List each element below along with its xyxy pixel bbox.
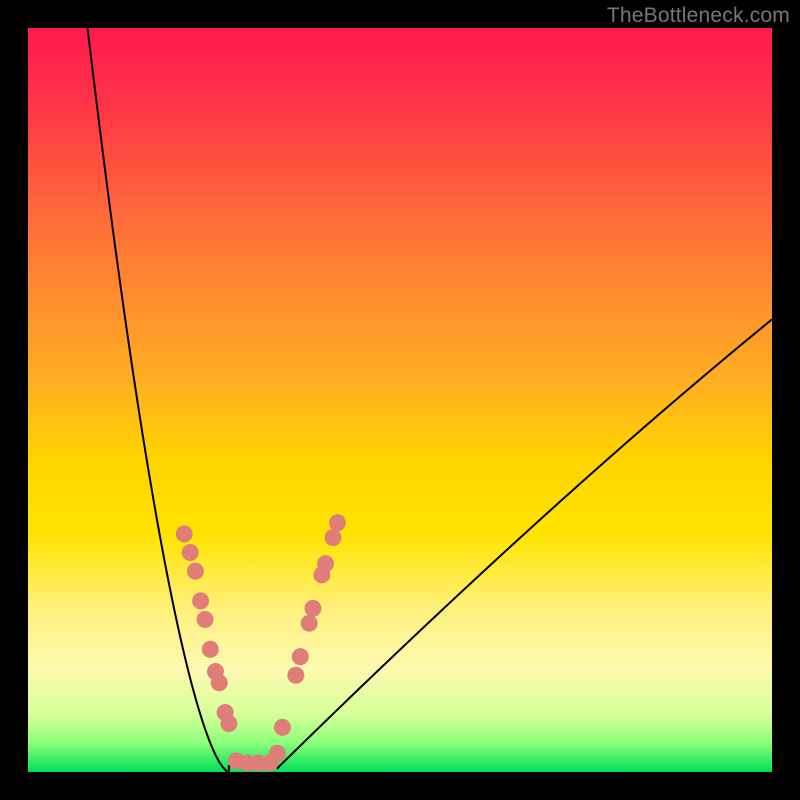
- data-dot: [197, 611, 214, 628]
- data-dot: [292, 648, 309, 665]
- data-dot: [329, 514, 346, 531]
- data-dot: [301, 615, 318, 632]
- data-dot: [211, 674, 228, 691]
- data-dot: [176, 525, 193, 542]
- data-dots: [176, 514, 346, 771]
- data-dot: [187, 563, 204, 580]
- data-dot: [192, 592, 209, 609]
- data-dot: [182, 544, 199, 561]
- data-dot: [274, 719, 291, 736]
- data-dot: [287, 667, 304, 684]
- data-dot: [317, 555, 334, 572]
- data-dot: [304, 600, 321, 617]
- chart-overlay: [0, 0, 800, 800]
- data-dot: [269, 745, 286, 762]
- data-dot: [220, 715, 237, 732]
- curve-path: [88, 28, 772, 772]
- chart-frame: TheBottleneck.com: [0, 0, 800, 800]
- data-dot: [202, 641, 219, 658]
- data-dot: [325, 529, 342, 546]
- bottleneck-curve: [88, 28, 772, 772]
